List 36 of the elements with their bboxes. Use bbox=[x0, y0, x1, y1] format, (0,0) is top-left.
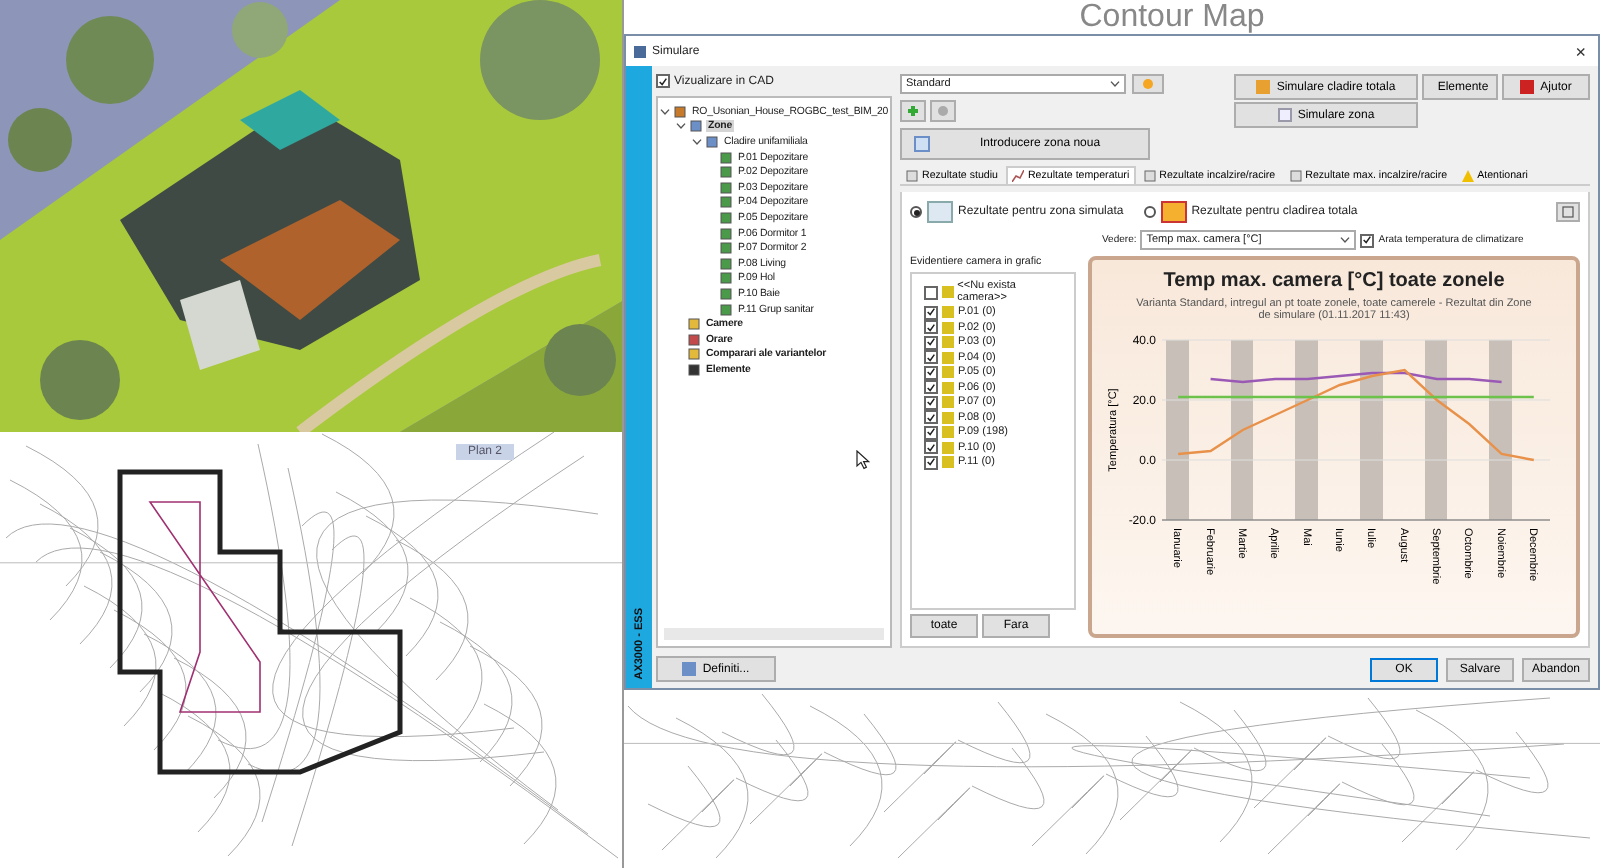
checkbox[interactable] bbox=[924, 350, 938, 364]
cursor-icon bbox=[856, 450, 870, 470]
folder-icon bbox=[688, 318, 700, 331]
copy-button[interactable] bbox=[1556, 202, 1580, 222]
checkbox[interactable] bbox=[924, 440, 938, 454]
table-icon bbox=[906, 170, 918, 182]
drawing-title: Contour Map bbox=[1079, 0, 1265, 34]
radio-button[interactable] bbox=[910, 206, 922, 218]
sun-icon bbox=[1140, 76, 1156, 92]
chevron-icon[interactable] bbox=[660, 107, 670, 116]
chevron-icon bbox=[1110, 80, 1120, 88]
checkbox[interactable] bbox=[924, 455, 938, 469]
table-icon bbox=[1143, 170, 1156, 182]
checkbox[interactable] bbox=[924, 320, 938, 334]
checkbox[interactable] bbox=[924, 335, 938, 349]
checkbox[interactable] bbox=[924, 395, 938, 409]
chart-icon bbox=[1011, 170, 1024, 182]
chevron-icon[interactable] bbox=[676, 122, 686, 131]
checkbox[interactable] bbox=[924, 285, 938, 299]
window-icon bbox=[634, 45, 646, 57]
chevron-icon bbox=[1340, 236, 1351, 244]
checkbox[interactable] bbox=[924, 380, 938, 394]
checkbox[interactable] bbox=[924, 410, 938, 424]
table-icon bbox=[1289, 170, 1302, 182]
radio-button[interactable] bbox=[1143, 206, 1156, 218]
checkbox[interactable] bbox=[924, 425, 938, 439]
copy-icon bbox=[1562, 206, 1574, 218]
chevron-icon[interactable] bbox=[692, 137, 702, 146]
chart-title: Temp max. camera [°C] toate zonele bbox=[1163, 270, 1505, 292]
warning-icon bbox=[1461, 170, 1474, 182]
folder-icon bbox=[688, 348, 700, 361]
checkbox[interactable] bbox=[924, 305, 938, 319]
checkbox[interactable] bbox=[1360, 233, 1375, 247]
close-button[interactable]: × bbox=[1571, 41, 1590, 61]
checkbox[interactable] bbox=[656, 74, 670, 88]
checkbox[interactable] bbox=[924, 365, 938, 379]
